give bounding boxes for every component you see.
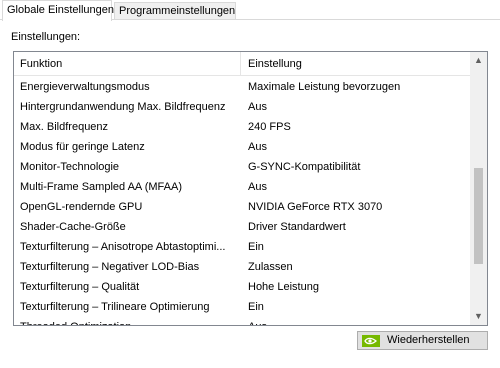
row-setting-value[interactable]: Ein <box>248 297 470 317</box>
row-feature-label: Multi-Frame Sampled AA (MFAA) <box>20 181 182 193</box>
restore-button-label: Wiederherstellen <box>387 334 470 346</box>
row-feature-label: Texturfilterung – Qualität <box>20 281 140 293</box>
row-setting-value[interactable]: Hohe Leistung <box>248 277 470 297</box>
row-setting-value[interactable]: Driver Standardwert <box>248 217 470 237</box>
table-row[interactable]: Energieverwaltungsmodus Maximale Leistung… <box>14 77 472 97</box>
table-row[interactable]: Threaded Optimization Aus <box>14 317 472 325</box>
row-feature-label: Texturfilterung – Negativer LOD-Bias <box>20 261 200 273</box>
nvidia-logo-icon <box>362 335 380 347</box>
row-setting-value[interactable]: 240 FPS <box>248 117 470 137</box>
table-row[interactable]: Modus für geringe Latenz Aus <box>14 137 472 157</box>
table-row[interactable]: OpenGL-rendernde GPU NVIDIA GeForce RTX 3… <box>14 197 472 217</box>
row-feature-label: Texturfilterung – Trilineare Optimierung <box>20 301 210 313</box>
row-feature-label: Shader-Cache-Größe <box>20 221 126 233</box>
settings-list[interactable]: Funktion Einstellung Energieverwaltungsm… <box>13 51 488 326</box>
tab-strip: Globale Einstellungen Programmeinstellun… <box>0 0 500 21</box>
row-feature-label: Max. Bildfrequenz <box>20 121 109 133</box>
row-feature-label: Modus für geringe Latenz <box>20 141 145 153</box>
list-rows: Energieverwaltungsmodus Maximale Leistung… <box>14 77 472 325</box>
vertical-scrollbar[interactable]: ▲ ▼ <box>470 52 487 325</box>
table-row[interactable]: Multi-Frame Sampled AA (MFAA) Aus <box>14 177 472 197</box>
row-feature-label: Monitor-Technologie <box>20 161 120 173</box>
row-feature-label: Threaded Optimization <box>20 317 240 325</box>
row-setting-value[interactable]: Ein <box>248 237 470 257</box>
list-header: Funktion Einstellung <box>14 52 472 76</box>
row-setting-value[interactable]: G-SYNC-Kompatibilität <box>248 157 470 177</box>
table-row[interactable]: Texturfilterung – Negativer LOD-Bias Zula… <box>14 257 472 277</box>
row-feature-label: OpenGL-rendernde GPU <box>20 201 143 213</box>
tab-global-settings[interactable]: Globale Einstellungen <box>2 0 114 21</box>
row-setting-value[interactable]: Aus <box>248 97 470 117</box>
row-setting-value[interactable]: Maximale Leistung bevorzugen <box>248 77 470 97</box>
row-setting-value[interactable]: NVIDIA GeForce RTX 3070 <box>248 197 470 217</box>
row-setting-value[interactable]: Aus <box>248 317 470 325</box>
row-setting-value[interactable]: Aus <box>248 137 470 157</box>
scroll-up-icon[interactable]: ▲ <box>470 52 487 69</box>
column-header-feature[interactable]: Funktion <box>14 52 241 76</box>
scroll-thumb[interactable] <box>474 168 483 264</box>
table-row[interactable]: Texturfilterung – Trilineare Optimierung… <box>14 297 472 317</box>
table-row[interactable]: Texturfilterung – Anisotrope Abtastoptim… <box>14 237 472 257</box>
table-row[interactable]: Shader-Cache-Größe Driver Standardwert <box>14 217 472 237</box>
tab-program-settings[interactable]: Programmeinstellungen <box>114 2 236 20</box>
table-row[interactable]: Texturfilterung – Qualität Hohe Leistung <box>14 277 472 297</box>
column-header-setting[interactable]: Einstellung <box>242 52 472 76</box>
scroll-down-icon[interactable]: ▼ <box>470 308 487 325</box>
restore-button[interactable]: Wiederherstellen <box>357 331 488 350</box>
row-setting-value[interactable]: Aus <box>248 177 470 197</box>
row-feature-label: Texturfilterung – Anisotrope Abtastoptim… <box>20 241 226 253</box>
table-row[interactable]: Hintergrundanwendung Max. Bildfrequenz Au… <box>14 97 472 117</box>
table-row[interactable]: Monitor-Technologie G-SYNC-Kompatibilität <box>14 157 472 177</box>
table-row[interactable]: Max. Bildfrequenz 240 FPS <box>14 117 472 137</box>
row-feature-label: Energieverwaltungsmodus <box>20 81 150 93</box>
row-feature-label: Hintergrundanwendung Max. Bildfrequenz <box>20 101 226 113</box>
row-setting-value[interactable]: Zulassen <box>248 257 470 277</box>
settings-label: Einstellungen: <box>11 31 81 43</box>
